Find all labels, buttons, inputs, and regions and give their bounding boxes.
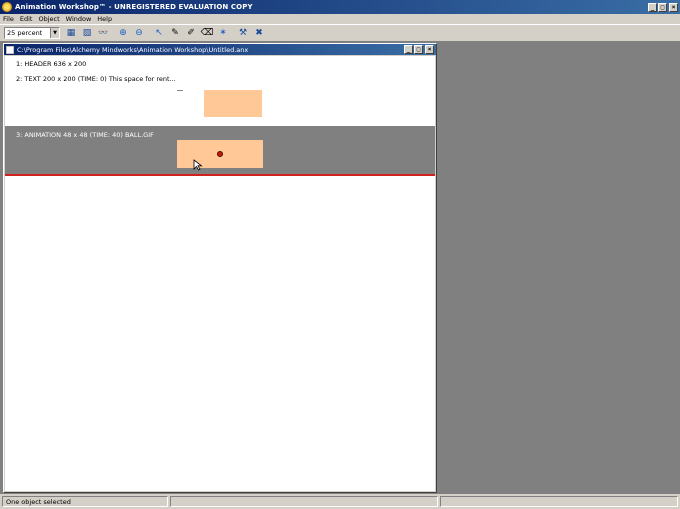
app-title: Animation Workshop™ - UNREGISTERED EVALU… bbox=[15, 3, 253, 11]
text-marker bbox=[177, 90, 183, 91]
window-controls: _ □ × bbox=[648, 2, 678, 12]
layer-animation[interactable]: 3: ANIMATION 48 x 48 (TIME: 40) BALL.GIF bbox=[5, 126, 435, 176]
status-text: One object selected bbox=[6, 497, 71, 506]
chevron-down-icon[interactable]: ▼ bbox=[50, 28, 59, 38]
menu-object[interactable]: Object bbox=[38, 15, 59, 23]
status-bar: One object selected bbox=[0, 494, 680, 509]
zoom-value: 25 percent bbox=[7, 29, 43, 37]
menu-file[interactable]: File bbox=[3, 15, 14, 23]
zoom-select[interactable]: 25 percent ▼ bbox=[4, 27, 60, 39]
menu-bar: File Edit Object Window Help bbox=[0, 14, 680, 24]
close-button[interactable]: × bbox=[669, 2, 678, 12]
minimize-button[interactable]: _ bbox=[648, 2, 657, 12]
status-message: One object selected bbox=[2, 496, 168, 507]
ball-icon bbox=[217, 151, 223, 157]
document-close-button[interactable]: × bbox=[425, 45, 434, 54]
pointer-icon[interactable]: ↖ bbox=[152, 26, 166, 40]
menu-window[interactable]: Window bbox=[66, 15, 92, 23]
document-path: C:\Program Files\Alchemy Mindworks\Anima… bbox=[17, 45, 249, 54]
document-icon bbox=[6, 45, 14, 54]
document-title-bar[interactable]: C:\Program Files\Alchemy Mindworks\Anima… bbox=[4, 44, 436, 55]
document-canvas[interactable]: 1: HEADER 636 x 200 2: TEXT 200 x 200 (T… bbox=[5, 56, 435, 491]
brush-icon[interactable]: ✐ bbox=[184, 26, 198, 40]
document-minimize-button[interactable]: _ bbox=[404, 45, 413, 54]
menu-edit[interactable]: Edit bbox=[20, 15, 33, 23]
app-title-bar[interactable]: Animation Workshop™ - UNREGISTERED EVALU… bbox=[0, 0, 680, 14]
status-pane-3 bbox=[440, 496, 678, 507]
workspace: C:\Program Files\Alchemy Mindworks\Anima… bbox=[0, 42, 680, 494]
app-logo-icon[interactable] bbox=[2, 2, 12, 12]
text-object-preview[interactable] bbox=[204, 90, 262, 117]
maximize-button[interactable]: □ bbox=[658, 2, 667, 12]
document-window: C:\Program Files\Alchemy Mindworks\Anima… bbox=[3, 43, 437, 493]
status-pane-2 bbox=[170, 496, 438, 507]
binoculars-icon[interactable]: 👓 bbox=[96, 26, 110, 40]
toolbar: 25 percent ▼ ▦ ▧ 👓 ⊕ ⊖ ↖ ✎ ✐ ⌫ ✶ ⚒ ✖ bbox=[0, 24, 680, 42]
layer-label: 3: ANIMATION 48 x 48 (TIME: 40) BALL.GIF bbox=[16, 131, 154, 139]
mouse-pointer-icon bbox=[193, 159, 203, 171]
pencil-icon[interactable]: ✎ bbox=[168, 26, 182, 40]
document-maximize-button[interactable]: □ bbox=[414, 45, 423, 54]
layer-header[interactable]: 1: HEADER 636 x 200 bbox=[5, 56, 435, 70]
image-copy-icon[interactable]: ▧ bbox=[80, 26, 94, 40]
menu-help[interactable]: Help bbox=[97, 15, 112, 23]
zoom-out-icon[interactable]: ⊖ bbox=[132, 26, 146, 40]
layer-label: 2: TEXT 200 x 200 (TIME: 0) This space f… bbox=[16, 75, 176, 83]
image-icon[interactable]: ▦ bbox=[64, 26, 78, 40]
layer-text[interactable]: 2: TEXT 200 x 200 (TIME: 0) This space f… bbox=[5, 70, 435, 126]
document-window-controls: _ □ × bbox=[404, 45, 434, 54]
layer-label: 1: HEADER 636 x 200 bbox=[16, 60, 87, 68]
animation-object-preview[interactable] bbox=[177, 140, 263, 168]
tools-icon[interactable]: ⚒ bbox=[236, 26, 250, 40]
wizard-icon[interactable]: ✶ bbox=[216, 26, 230, 40]
delete-icon[interactable]: ✖ bbox=[252, 26, 266, 40]
zoom-in-icon[interactable]: ⊕ bbox=[116, 26, 130, 40]
eraser-icon[interactable]: ⌫ bbox=[200, 26, 214, 40]
